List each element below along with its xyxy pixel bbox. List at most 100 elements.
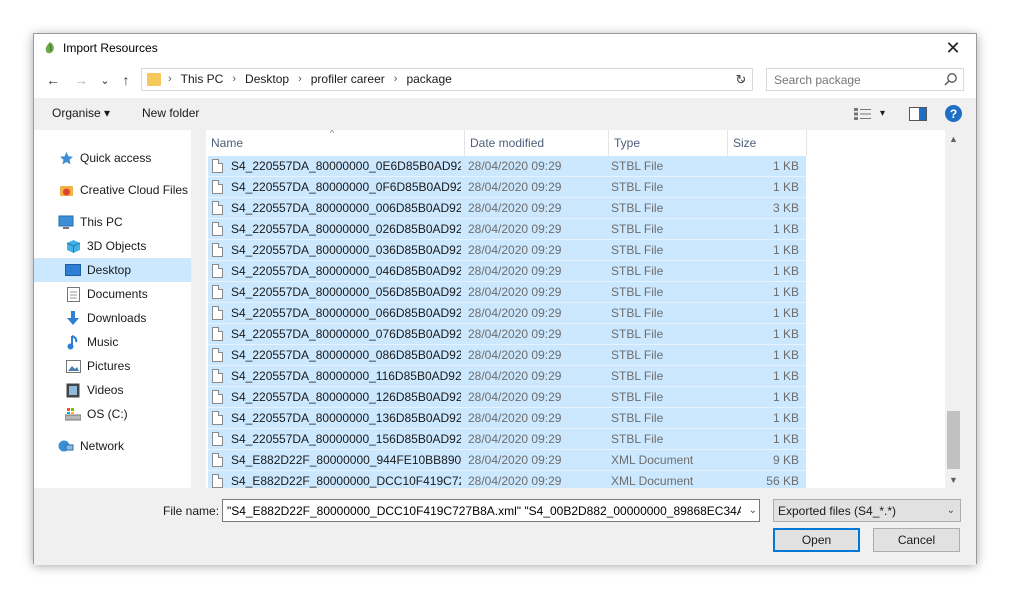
file-name-text: S4_220557DA_80000000_136D85B0AD92E... (231, 411, 461, 425)
file-name-text: S4_220557DA_80000000_116D85B0AD92E... (231, 369, 461, 383)
table-row[interactable]: S4_220557DA_80000000_006D85B0AD92E... 28/… (208, 198, 806, 219)
size-cell: 3 KB (772, 201, 799, 215)
table-row[interactable]: S4_E882D22F_80000000_944FE10BB890753... 2… (208, 450, 806, 471)
view-options-dropdown[interactable]: ▾ (880, 108, 885, 119)
table-row[interactable]: S4_E882D22F_80000000_DCC10F419C727... 28/… (208, 471, 806, 488)
sidebar-item-this-pc[interactable]: This PC (34, 210, 191, 234)
table-row[interactable]: S4_220557DA_80000000_046D85B0AD92E... 28/… (208, 261, 806, 282)
sidebar-item-pictures[interactable]: Pictures (34, 354, 191, 378)
breadcrumb-profiler-career[interactable]: profiler career (311, 72, 385, 86)
type-cell: STBL File (611, 222, 664, 236)
date-modified-cell: 28/04/2020 09:29 (468, 411, 562, 425)
chevron-right-icon[interactable]: › (232, 73, 236, 85)
scroll-down-button[interactable]: ▼ (945, 471, 962, 488)
view-options-icon[interactable] (854, 108, 872, 120)
preview-pane-icon[interactable] (909, 107, 927, 121)
up-button[interactable]: ↑ (116, 70, 136, 90)
sidebar-item-os-c[interactable]: OS (C:) (34, 402, 191, 426)
column-header-date-modified[interactable]: Date modified (465, 130, 609, 156)
vertical-scrollbar[interactable]: ▲ ▼ (945, 130, 962, 488)
sidebar-item-documents[interactable]: Documents (34, 282, 191, 306)
table-row[interactable]: S4_220557DA_80000000_116D85B0AD92E... 28/… (208, 366, 806, 387)
sidebar-item-downloads[interactable]: Downloads (34, 306, 191, 330)
file-type-filter-select[interactable]: Exported files (S4_*.*) ⌄ (773, 499, 961, 522)
file-name-cell: S4_220557DA_80000000_0E6D85B0AD92E... (208, 159, 461, 173)
sidebar-item-quick-access[interactable]: Quick access (34, 146, 191, 170)
desktop-icon (65, 262, 81, 278)
document-icon (65, 286, 81, 302)
sidebar-item-label: Downloads (87, 311, 147, 325)
forward-button[interactable]: → (71, 70, 91, 90)
sidebar-item-network[interactable]: Network (34, 434, 191, 458)
column-header-name[interactable]: Name ^ (206, 130, 465, 156)
table-row[interactable]: S4_220557DA_80000000_0E6D85B0AD92E... 28/… (208, 156, 806, 177)
chevron-down-icon[interactable]: ⌄ (749, 505, 757, 516)
type-cell: STBL File (611, 327, 664, 341)
file-name-text: S4_220557DA_80000000_006D85B0AD92E... (231, 201, 461, 215)
type-cell: STBL File (611, 243, 664, 257)
help-icon[interactable]: ? (945, 105, 962, 122)
file-icon (212, 222, 223, 236)
table-row[interactable]: S4_220557DA_80000000_056D85B0AD92E... 28/… (208, 282, 806, 303)
table-row[interactable]: S4_220557DA_80000000_0F6D85B0AD92E... 28/… (208, 177, 806, 198)
column-header-type[interactable]: Type (609, 130, 728, 156)
file-icon (212, 264, 223, 278)
cancel-button[interactable]: Cancel (873, 528, 960, 552)
sidebar-item-creative-cloud-files[interactable]: Creative Cloud Files (34, 178, 191, 202)
file-name-text: S4_220557DA_80000000_0E6D85B0AD92E... (231, 159, 461, 173)
file-selection-bar: File name: ⌄ Exported files (S4_*.*) ⌄ O… (34, 488, 976, 565)
sidebar-item-desktop[interactable]: Desktop (34, 258, 191, 282)
size-cell: 9 KB (772, 453, 799, 467)
chevron-right-icon[interactable]: › (394, 73, 398, 85)
recent-locations-button[interactable]: ⌄ (95, 70, 115, 90)
close-button[interactable]: ✕ (930, 34, 976, 62)
file-icon (212, 432, 223, 446)
type-cell: XML Document (611, 474, 694, 488)
sidebar-item-label: Network (80, 439, 125, 453)
new-folder-button[interactable]: New folder (142, 106, 199, 120)
dialog-title: Import Resources (63, 41, 158, 55)
table-row[interactable]: S4_220557DA_80000000_066D85B0AD92E... 28/… (208, 303, 806, 324)
type-cell: STBL File (611, 180, 664, 194)
chevron-down-icon: ⌄ (946, 505, 955, 516)
table-row[interactable]: S4_220557DA_80000000_156D85B0AD92E... 28/… (208, 429, 806, 450)
sidebar-item-videos[interactable]: Videos (34, 378, 191, 402)
breadcrumb-package[interactable]: package (406, 72, 451, 86)
type-cell: STBL File (611, 201, 664, 215)
table-row[interactable]: S4_220557DA_80000000_126D85B0AD92E... 28/… (208, 387, 806, 408)
pictures-icon (65, 358, 81, 374)
creative-cloud-icon (58, 182, 74, 198)
table-row[interactable]: S4_220557DA_80000000_026D85B0AD92E... 28/… (208, 219, 806, 240)
breadcrumb-this-pc[interactable]: This PC (181, 72, 224, 86)
scroll-up-button[interactable]: ▲ (945, 130, 962, 147)
address-bar[interactable]: › This PC › Desktop › profiler career › … (141, 68, 753, 91)
sidebar-item-3d-objects[interactable]: 3D Objects (34, 234, 191, 258)
arrow-right-icon: → (74, 72, 88, 88)
sidebar-item-label: Music (87, 335, 119, 349)
table-row[interactable]: S4_220557DA_80000000_076D85B0AD92E... 28/… (208, 324, 806, 345)
chevron-right-icon[interactable]: › (298, 73, 302, 85)
open-button[interactable]: Open (773, 528, 860, 552)
file-name-text: S4_220557DA_80000000_156D85B0AD92E... (231, 432, 461, 446)
organise-button[interactable]: Organise ▾ (52, 106, 110, 120)
file-name-cell: S4_E882D22F_80000000_DCC10F419C727... (208, 474, 461, 488)
scrollbar-thumb[interactable] (947, 411, 960, 469)
table-row[interactable]: S4_220557DA_80000000_036D85B0AD92E... 28/… (208, 240, 806, 261)
caret-down-icon: ▼ (949, 474, 958, 485)
column-header-size[interactable]: Size (728, 130, 807, 156)
size-cell: 1 KB (772, 369, 799, 383)
file-name-cell: S4_220557DA_80000000_056D85B0AD92E... (208, 285, 461, 299)
size-cell: 56 KB (766, 474, 799, 488)
sidebar-item-music[interactable]: Music (34, 330, 191, 354)
file-name-text: S4_220557DA_80000000_036D85B0AD92E... (231, 243, 461, 257)
back-button[interactable]: ← (43, 70, 63, 90)
table-row[interactable]: S4_220557DA_80000000_136D85B0AD92E... 28/… (208, 408, 806, 429)
search-input[interactable] (767, 69, 937, 90)
table-row[interactable]: S4_220557DA_80000000_086D85B0AD92E... 28/… (208, 345, 806, 366)
app-icon (45, 42, 54, 54)
search-box[interactable] (766, 68, 964, 91)
file-name-field[interactable]: ⌄ (222, 499, 760, 522)
breadcrumb-desktop[interactable]: Desktop (245, 72, 289, 86)
file-name-input[interactable] (223, 500, 741, 521)
refresh-button[interactable]: ↻ (731, 70, 751, 90)
